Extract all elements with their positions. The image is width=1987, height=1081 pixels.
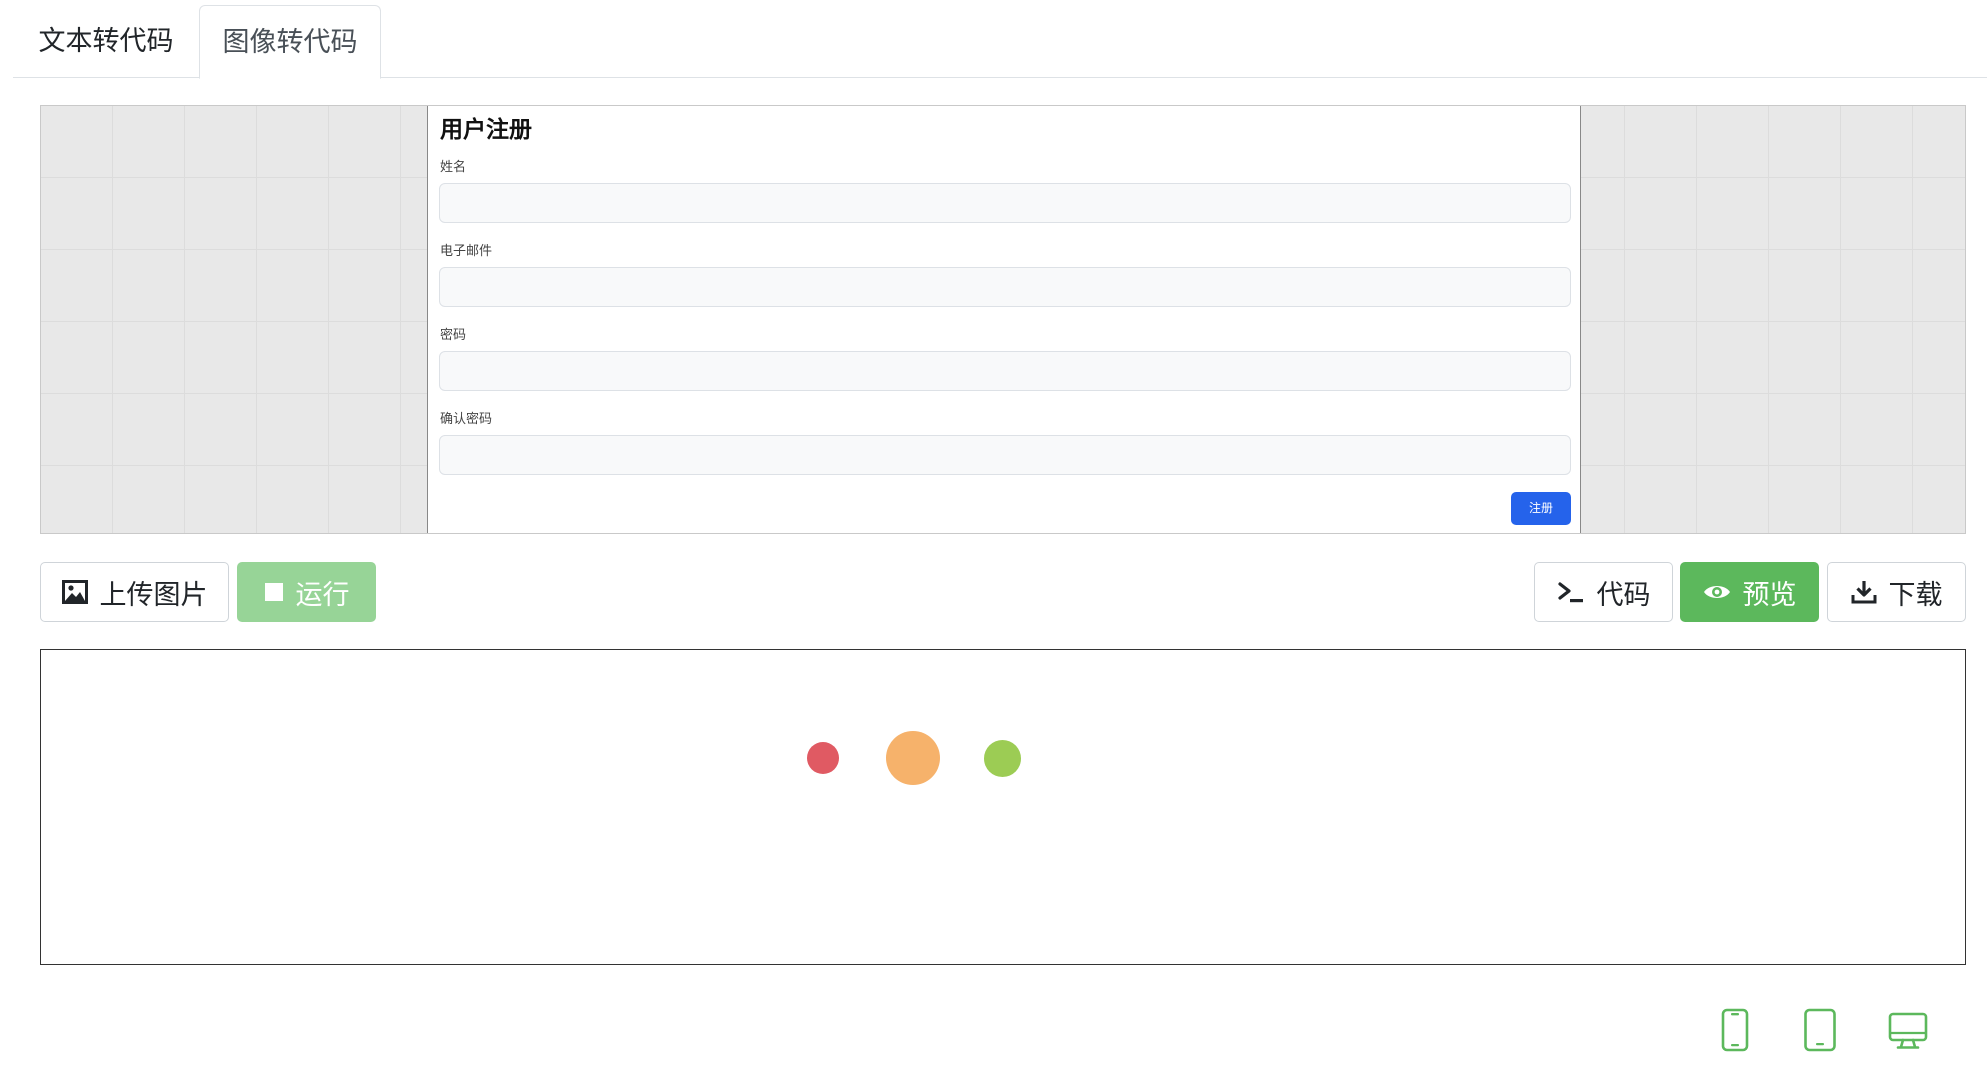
mock-form-title: 用户注册 [440, 117, 532, 143]
terminal-icon [1557, 580, 1585, 604]
preview-button[interactable]: 预览 [1680, 562, 1819, 622]
loading-dot [984, 740, 1021, 777]
mock-label-password: 密码 [440, 328, 467, 343]
eye-icon [1703, 582, 1731, 602]
upload-image-button[interactable]: 上传图片 [40, 562, 229, 622]
mock-input-password [439, 351, 1571, 391]
upload-image-label: 上传图片 [99, 579, 208, 611]
mock-register-button: 注册 [1511, 492, 1571, 525]
stop-icon [264, 582, 284, 602]
desktop-icon[interactable] [1888, 1012, 1928, 1054]
code-label: 代码 [1596, 579, 1651, 611]
mobile-icon[interactable] [1720, 1008, 1750, 1056]
download-icon [1851, 579, 1877, 605]
mock-input-confirm-password [439, 435, 1571, 475]
tablet-icon[interactable] [1803, 1008, 1837, 1056]
tab-text-to-code[interactable]: 文本转代码 [13, 5, 199, 78]
mock-input-email [439, 267, 1571, 307]
mock-label-email: 电子邮件 [440, 244, 493, 259]
tab-bar: 文本转代码 图像转代码 [13, 0, 1987, 79]
uploaded-image: 用户注册 姓名 电子邮件 密码 确认密码 注册 [427, 106, 1581, 533]
preview-label: 预览 [1742, 579, 1797, 611]
image-icon [61, 580, 88, 604]
run-label: 运行 [295, 579, 350, 611]
run-button[interactable]: 运行 [237, 562, 376, 622]
mock-label-name: 姓名 [440, 160, 467, 175]
code-button[interactable]: 代码 [1534, 562, 1673, 622]
tab-image-to-code[interactable]: 图像转代码 [199, 5, 381, 79]
loading-dot [886, 731, 940, 785]
uploaded-image-panel: 用户注册 姓名 电子邮件 密码 确认密码 注册 [40, 105, 1966, 534]
download-button[interactable]: 下载 [1827, 562, 1966, 622]
preview-output-area [40, 649, 1966, 965]
download-label: 下载 [1888, 579, 1943, 611]
mock-label-confirm-password: 确认密码 [440, 412, 493, 427]
loading-dot [807, 742, 839, 774]
mock-input-name [439, 183, 1571, 223]
